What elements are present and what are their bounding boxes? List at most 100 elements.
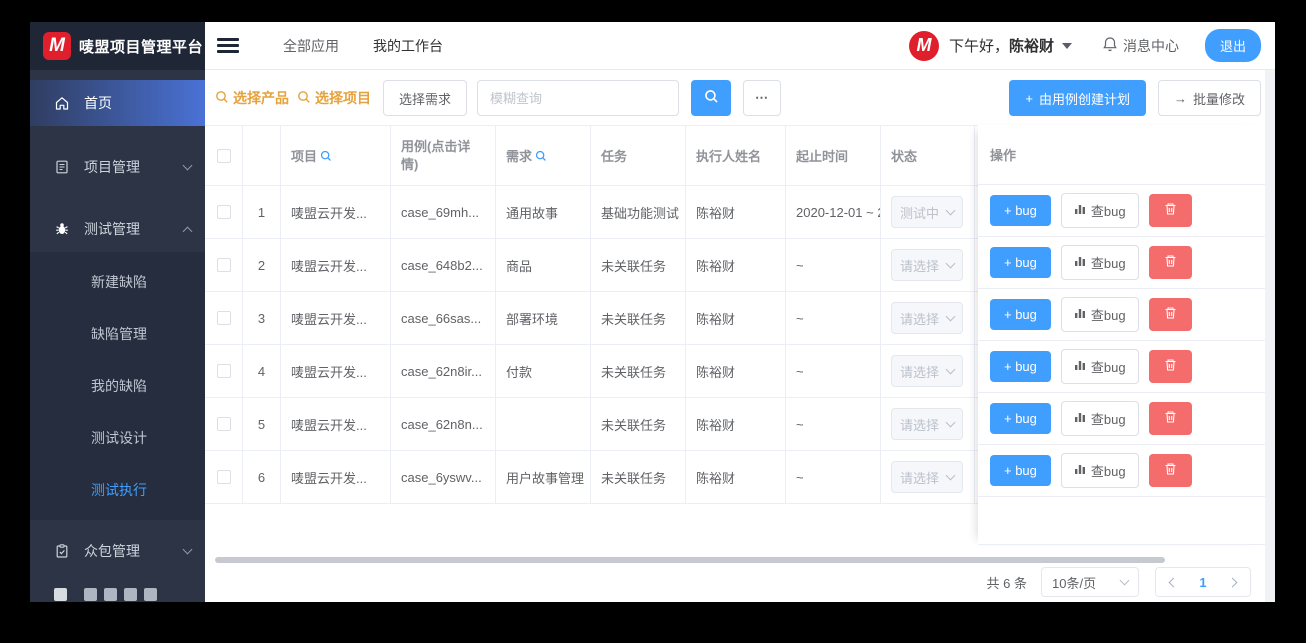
bar-chart-icon — [1074, 307, 1086, 322]
menu-icon — [54, 588, 67, 601]
sidebar-subitem-my-defects[interactable]: 我的缺陷 — [30, 360, 205, 412]
search-button[interactable] — [691, 80, 732, 116]
row-checkbox[interactable] — [216, 417, 231, 431]
view-bug-button[interactable]: 查bug — [1060, 453, 1139, 488]
delete-button[interactable] — [1148, 246, 1192, 279]
sidebar: 首页 项目管理 测试管理 新建缺陷 缺陷管理 我的缺陷 测试设计 测试执行 众包… — [30, 70, 205, 602]
user-greeting[interactable]: 下午好，陈裕财 — [949, 35, 1054, 56]
add-bug-button[interactable]: + bug — [990, 403, 1051, 434]
select-product-link[interactable]: 选择产品 — [215, 88, 289, 108]
horizontal-scrollbar[interactable] — [215, 557, 1165, 563]
bar-chart-icon — [1074, 463, 1086, 478]
sidebar-subitem-new-defect[interactable]: 新建缺陷 — [30, 256, 205, 308]
user-avatar[interactable]: M — [908, 30, 939, 61]
select-project-link[interactable]: 选择项目 — [297, 88, 371, 108]
cell-case[interactable]: case_69mh... — [391, 186, 496, 238]
current-page[interactable]: 1 — [1188, 575, 1218, 590]
cell-project: 唛盟云开发... — [281, 451, 391, 503]
view-bug-button[interactable]: 查bug — [1060, 401, 1139, 436]
select-project-label: 选择项目 — [315, 90, 371, 106]
top-bar: M 唛盟项目管理平台 全部应用 我的工作台 M 下午好，陈裕财 消息中心 退出 — [30, 22, 1275, 70]
view-bug-button[interactable]: 查bug — [1060, 349, 1139, 384]
delete-button[interactable] — [1148, 194, 1192, 227]
sidebar-item-home[interactable]: 首页 — [30, 80, 205, 126]
cell-case[interactable]: case_66sas... — [391, 292, 496, 344]
cell-case[interactable]: case_648b2... — [391, 239, 496, 291]
row-checkbox[interactable] — [216, 205, 231, 219]
cell-executor: 陈裕财 — [686, 292, 786, 344]
batch-edit-button[interactable]: → 批量修改 — [1157, 80, 1261, 116]
actions-fixed-column: 操作 + bug 查bug + bug 查bug + bug 查bug + bu… — [978, 125, 1265, 545]
nav-my-workbench[interactable]: 我的工作台 — [373, 36, 443, 56]
message-center-link[interactable]: 消息中心 — [1102, 36, 1179, 56]
sidebar-item-crowdsourcing[interactable]: 众包管理 — [30, 528, 205, 574]
row-checkbox[interactable] — [216, 470, 231, 484]
select-all-checkbox[interactable] — [216, 148, 231, 163]
more-filters-button[interactable]: ⋯ — [743, 80, 782, 116]
hamburger-menu-icon[interactable] — [217, 35, 239, 57]
document-icon — [54, 159, 71, 175]
create-plan-button[interactable]: + 由用例创建计划 — [1009, 80, 1146, 116]
sidebar-subitem-test-execution[interactable]: 测试执行 — [30, 464, 205, 516]
status-select[interactable]: 请选择 — [891, 408, 963, 440]
chevron-down-icon — [182, 544, 193, 554]
fuzzy-search-input[interactable] — [477, 80, 680, 116]
select-requirement-button[interactable]: 选择需求 — [383, 80, 468, 116]
brand-logo-icon: M — [43, 32, 71, 60]
chevron-up-icon — [182, 226, 193, 236]
sidebar-subitem-defect-mgmt[interactable]: 缺陷管理 — [30, 308, 205, 360]
cell-executor: 陈裕财 — [686, 398, 786, 450]
page-size-select[interactable]: 10条/页 — [1041, 567, 1139, 597]
actions-column-tail — [978, 497, 1265, 543]
view-bug-button[interactable]: 查bug — [1060, 193, 1139, 228]
add-bug-button[interactable]: + bug — [990, 195, 1051, 226]
status-select[interactable]: 测试中 — [891, 196, 963, 228]
row-checkbox[interactable] — [216, 258, 231, 272]
status-select[interactable]: 请选择 — [891, 249, 963, 281]
sidebar-item-test-mgmt[interactable]: 测试管理 — [30, 206, 205, 252]
row-index: 6 — [243, 451, 281, 503]
delete-button[interactable] — [1148, 350, 1192, 383]
logout-button[interactable]: 退出 — [1204, 29, 1261, 62]
add-bug-button[interactable]: + bug — [990, 299, 1051, 330]
sidebar-item-project-mgmt[interactable]: 项目管理 — [30, 144, 205, 190]
pager: 1 — [1155, 567, 1251, 597]
home-icon — [54, 95, 71, 111]
add-bug-button[interactable]: + bug — [990, 351, 1051, 382]
sidebar-item-label: 首页 — [84, 95, 112, 111]
requirement-column-header: 需求 — [496, 126, 591, 185]
sidebar-item-partial[interactable] — [30, 588, 205, 602]
cell-case[interactable]: case_6yswv... — [391, 451, 496, 503]
index-column-header — [243, 126, 281, 185]
next-page-button[interactable] — [1218, 568, 1250, 596]
cell-case[interactable]: case_62n8ir... — [391, 345, 496, 397]
cell-project: 唛盟云开发... — [281, 239, 391, 291]
sidebar-item-label: 项目管理 — [84, 159, 140, 175]
search-icon[interactable] — [535, 150, 547, 162]
delete-button[interactable] — [1148, 298, 1192, 331]
row-checkbox[interactable] — [216, 311, 231, 325]
row-checkbox[interactable] — [216, 364, 231, 378]
status-select[interactable]: 请选择 — [891, 461, 963, 493]
cell-case[interactable]: case_62n8n... — [391, 398, 496, 450]
view-bug-button[interactable]: 查bug — [1060, 245, 1139, 280]
ellipsis-icon: ⋯ — [755, 90, 770, 105]
cell-task: 未关联任务 — [591, 345, 686, 397]
executor-column-header: 执行人姓名 — [686, 126, 786, 185]
status-select[interactable]: 请选择 — [891, 302, 963, 334]
chevron-down-icon — [945, 311, 956, 322]
prev-page-button[interactable] — [1156, 568, 1188, 596]
status-select[interactable]: 请选择 — [891, 355, 963, 387]
delete-button[interactable] — [1148, 454, 1192, 487]
add-bug-button[interactable]: + bug — [990, 247, 1051, 278]
caret-down-icon[interactable] — [1061, 42, 1072, 49]
search-icon[interactable] — [320, 150, 332, 162]
nav-all-apps[interactable]: 全部应用 — [283, 36, 339, 56]
delete-button[interactable] — [1148, 402, 1192, 435]
task-column-header: 任务 — [591, 126, 686, 185]
view-bug-button[interactable]: 查bug — [1060, 297, 1139, 332]
sidebar-subitem-test-design[interactable]: 测试设计 — [30, 412, 205, 464]
add-bug-button[interactable]: + bug — [990, 455, 1051, 486]
plus-icon: + — [1025, 90, 1033, 106]
filter-bar: 选择产品 选择项目 选择需求 ⋯ + 由用例创建计划 → — [215, 80, 1261, 116]
